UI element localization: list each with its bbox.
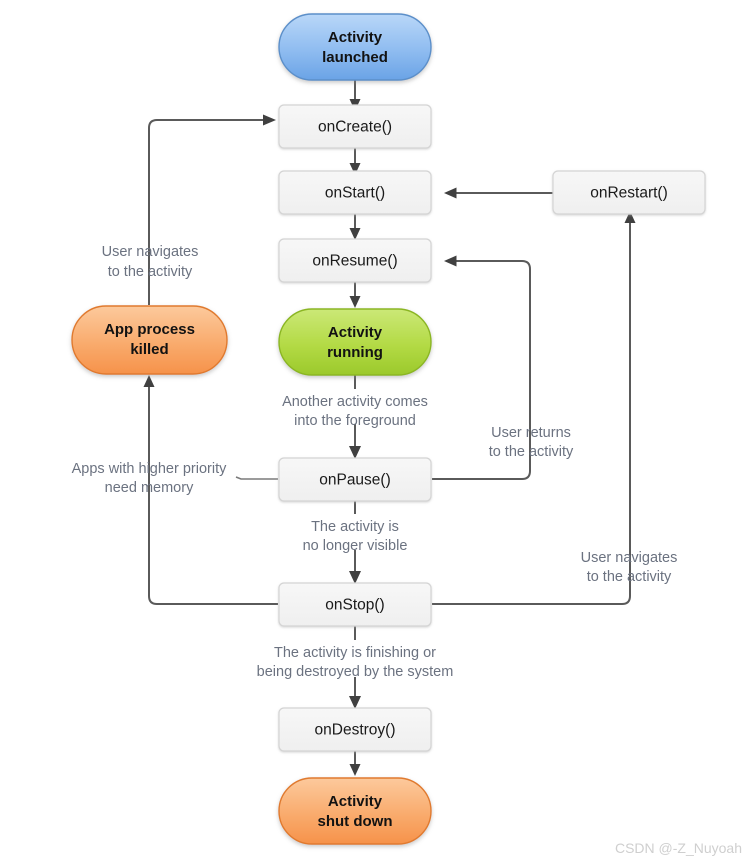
app-process-killed-label-line1: App process bbox=[104, 321, 195, 338]
node-on-restart[interactable]: onRestart() bbox=[552, 170, 706, 215]
activity-launched-shape bbox=[278, 13, 432, 81]
another-activity-line1: Another activity comes bbox=[282, 394, 428, 410]
on-start-label: onStart() bbox=[325, 185, 385, 202]
user-returns-line2: to the activity bbox=[489, 444, 574, 460]
another-activity-line2: into the foreground bbox=[294, 413, 416, 429]
app-process-killed-shape bbox=[71, 305, 228, 375]
node-on-start[interactable]: onStart() bbox=[278, 170, 432, 215]
watermark: CSDN @-Z_Nuyoah bbox=[615, 840, 742, 856]
apps-higher-priority-line1: Apps with higher priority bbox=[72, 461, 227, 477]
on-stop-label: onStop() bbox=[325, 597, 384, 614]
activity-running-shape bbox=[278, 308, 432, 376]
activity-lifecycle-diagram: Activity launched onCreate() onStart() o… bbox=[0, 0, 753, 867]
on-pause-label: onPause() bbox=[319, 472, 391, 489]
activity-shutdown-label-line2: shut down bbox=[318, 813, 393, 830]
activity-running-label-line2: running bbox=[327, 344, 383, 361]
node-on-resume[interactable]: onResume() bbox=[278, 238, 432, 283]
user-navigates-right-line2: to the activity bbox=[587, 569, 672, 585]
finishing-line1: The activity is finishing or bbox=[274, 645, 436, 661]
finishing-line2: being destroyed by the system bbox=[257, 664, 454, 680]
app-process-killed-label-line2: killed bbox=[130, 341, 168, 358]
node-on-create[interactable]: onCreate() bbox=[278, 104, 432, 149]
on-create-label: onCreate() bbox=[318, 119, 392, 136]
on-restart-label: onRestart() bbox=[590, 185, 668, 202]
node-activity-shutdown[interactable]: Activity shut down bbox=[278, 777, 432, 845]
activity-launched-label-line1: Activity bbox=[328, 29, 383, 46]
node-on-destroy[interactable]: onDestroy() bbox=[278, 707, 432, 752]
apps-higher-priority-line2: need memory bbox=[105, 480, 194, 496]
user-navigates-left-line2: to the activity bbox=[108, 264, 193, 280]
on-resume-label: onResume() bbox=[312, 253, 397, 270]
no-longer-visible-line2: no longer visible bbox=[303, 538, 408, 554]
lifecycle-svg-canvas: Activity launched onCreate() onStart() o… bbox=[0, 0, 753, 867]
node-on-stop[interactable]: onStop() bbox=[278, 582, 432, 627]
node-activity-launched[interactable]: Activity launched bbox=[278, 13, 432, 81]
activity-running-label-line1: Activity bbox=[328, 324, 383, 341]
user-navigates-right-line1: User navigates bbox=[581, 550, 678, 566]
user-returns-line1: User returns bbox=[491, 425, 571, 441]
node-activity-running[interactable]: Activity running bbox=[278, 308, 432, 376]
node-on-pause[interactable]: onPause() bbox=[278, 457, 432, 502]
no-longer-visible-line1: The activity is bbox=[311, 519, 399, 535]
user-navigates-left-line1: User navigates bbox=[102, 244, 199, 260]
on-destroy-label: onDestroy() bbox=[315, 722, 396, 739]
node-app-process-killed[interactable]: App process killed bbox=[71, 305, 228, 375]
activity-shutdown-shape bbox=[278, 777, 432, 845]
activity-launched-label-line2: launched bbox=[322, 49, 388, 66]
activity-shutdown-label-line1: Activity bbox=[328, 793, 383, 810]
